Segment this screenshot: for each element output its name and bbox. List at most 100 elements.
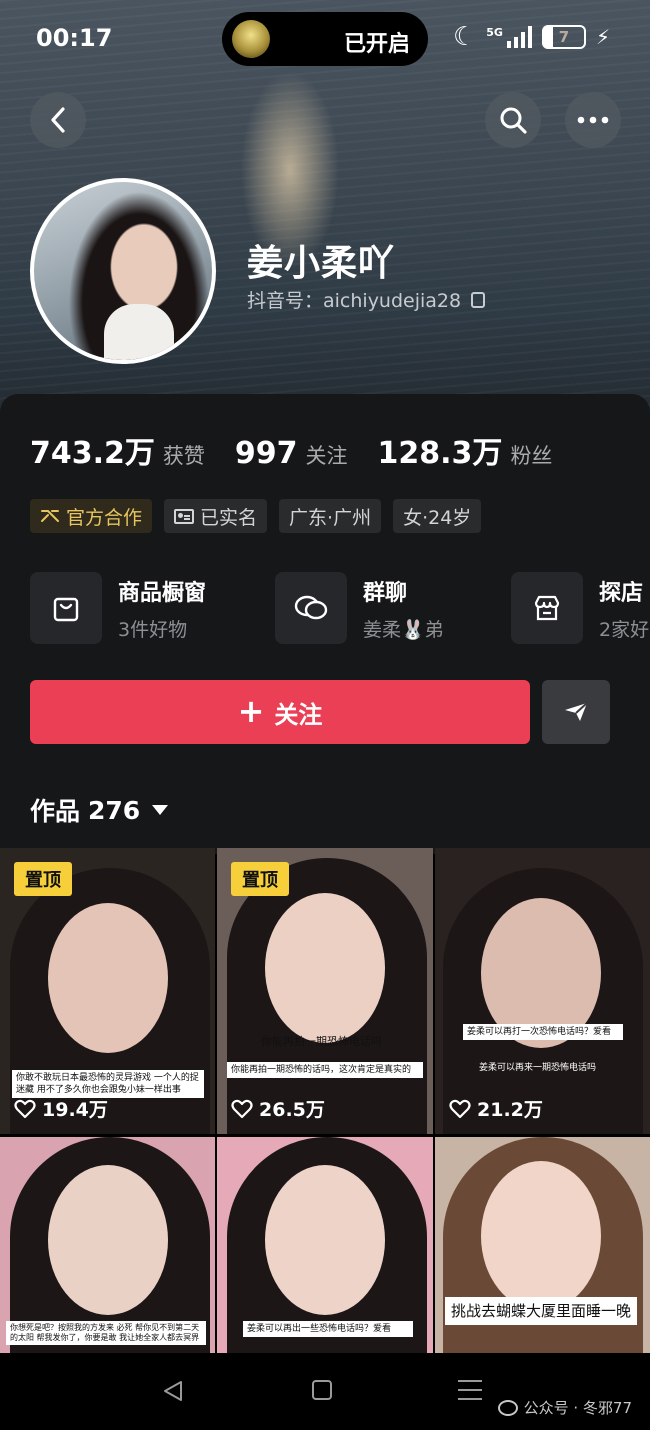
tag-verified-name: 已实名 — [164, 499, 268, 533]
stat-followers[interactable]: 128.3万 粉丝 — [378, 428, 553, 472]
do-not-disturb-icon: ☾ — [452, 22, 477, 52]
video-tile[interactable]: 姜柔可以再出一些恐怖电话吗？爱看 — [217, 1137, 433, 1353]
feature-title: 探店 — [599, 580, 644, 606]
stat-value: 128.3万 — [377, 436, 503, 471]
video-likes: 19.4万 — [14, 1095, 108, 1122]
video-caption: 你敢不敢玩日本最恐怖的灵异游戏 一个人的捉迷藏 用不了多久你也会跟兔小妹一样出事 — [12, 1070, 204, 1098]
feature-entries: 商品橱窗 3件好物 群聊 姜柔🐰弟 探店 2家好 — [30, 571, 650, 645]
works-label: 作品 — [30, 797, 81, 826]
feature-subtitle: 2家好 — [599, 618, 650, 641]
video-tile[interactable]: 置顶 你敢不敢玩日本最恐怖的灵异游戏 一个人的捉迷藏 用不了多久你也会跟兔小妹一… — [0, 848, 215, 1134]
avatar[interactable] — [30, 178, 216, 364]
system-navigation-bar: 公众号 · 冬邪77 — [0, 1353, 650, 1430]
pinned-badge: 置顶 — [14, 862, 72, 896]
more-button[interactable] — [565, 92, 621, 148]
video-like-count: 19.4万 — [42, 1099, 108, 1121]
stat-following[interactable]: 997 关注 — [235, 436, 348, 471]
profile-tags: 官方合作 已实名 广东·广州 女·24岁 — [30, 499, 482, 533]
feature-title: 商品橱窗 — [118, 580, 207, 606]
feature-group-chat[interactable]: 群聊 姜柔🐰弟 — [275, 571, 444, 645]
follow-label: 关注 — [274, 700, 323, 729]
tag-location: 广东·广州 — [279, 499, 382, 533]
back-button[interactable] — [30, 92, 86, 148]
copy-icon[interactable] — [471, 291, 486, 308]
stat-value: 997 — [234, 436, 298, 471]
profile-info-panel: 743.2万 获赞 997 关注 128.3万 粉丝 官方合作 已实名 广东·广… — [0, 394, 650, 854]
video-caption: 姜柔可以再来一期恐怖电话吗 — [479, 1063, 597, 1073]
heart-icon — [449, 1099, 471, 1118]
feature-subtitle: 姜柔🐰弟 — [363, 618, 444, 641]
watermark-text: 公众号 · 冬邪77 — [523, 1399, 632, 1417]
video-likes: 26.5万 — [231, 1095, 325, 1122]
plus-icon: + — [237, 691, 265, 730]
stat-label: 获赞 — [162, 444, 205, 468]
flashlight-icon — [232, 20, 270, 58]
video-caption: 你能再拍一期恐怖的话吗，这次肯定是真实的 — [227, 1062, 423, 1078]
status-bar: 00:17 已开启 ☾ 5G 7 ⚡ — [0, 0, 650, 78]
tag-label: 女·24岁 — [403, 506, 472, 529]
search-icon — [500, 107, 527, 134]
video-thumbnail-face — [481, 1161, 601, 1311]
dynamic-island[interactable]: 已开启 — [222, 12, 428, 66]
video-caption: 姜柔可以再出一些恐怖电话吗？爱看 — [243, 1321, 413, 1337]
network-type: 5G — [486, 25, 503, 39]
signal-icon — [506, 26, 532, 48]
island-status-text: 已开启 — [343, 32, 410, 57]
douyin-id[interactable]: 抖音号：aichiyudejia28 — [247, 286, 486, 313]
search-button[interactable] — [485, 92, 541, 148]
video-likes: 21.2万 — [449, 1095, 543, 1122]
video-tile[interactable]: 挑战去蝴蝶大厦里面睡一晚 — [435, 1137, 650, 1353]
watermark: 公众号 · 冬邪77 — [497, 1397, 632, 1418]
douyin-id-text: 抖音号：aichiyudejia28 — [247, 290, 462, 312]
tag-official-cooperation[interactable]: 官方合作 — [30, 499, 153, 533]
avatar-figure — [104, 304, 174, 360]
video-caption: 挑战去蝴蝶大厦里面睡一晚 — [445, 1297, 638, 1325]
pinned-badge: 置顶 — [231, 862, 289, 896]
store-icon — [511, 572, 583, 644]
follow-button[interactable]: + 关注 — [30, 680, 530, 744]
nav-home-icon[interactable] — [312, 1380, 332, 1400]
tag-label: 官方合作 — [66, 506, 143, 529]
video-tile[interactable]: 你想死是吧？按照我的方发来 必死 帮你见不到第二天的太阳 帮我发你了，你要是敢 … — [0, 1137, 215, 1353]
tag-label: 已实名 — [200, 506, 258, 529]
nav-recents-icon[interactable] — [458, 1380, 482, 1407]
more-dots-icon — [577, 116, 609, 124]
video-grid: 置顶 你敢不敢玩日本最恐怖的灵异游戏 一个人的捉迷藏 用不了多久你也会跟兔小妹一… — [0, 848, 650, 1353]
chat-bubble-icon — [275, 572, 347, 644]
profile-stats: 743.2万 获赞 997 关注 128.3万 粉丝 — [30, 428, 582, 472]
video-caption-top: 姜柔可以再打一次恐怖电话吗？爱看 — [463, 1024, 623, 1040]
profile-nickname: 姜小柔吖 — [247, 243, 396, 284]
stat-label: 关注 — [305, 444, 348, 468]
stat-label: 粉丝 — [510, 444, 553, 468]
video-caption-top: 你能再拍一期恐怖电话吗 — [261, 1035, 382, 1048]
works-tab[interactable]: 作品 276 — [30, 792, 169, 828]
official-cooperation-icon — [41, 510, 59, 522]
status-time: 00:17 — [36, 24, 113, 52]
nav-back-icon[interactable] — [162, 1379, 184, 1403]
feature-subtitle: 3件好物 — [118, 618, 188, 641]
feature-title: 群聊 — [363, 580, 408, 606]
heart-icon — [231, 1099, 253, 1118]
wechat-icon — [497, 1399, 518, 1416]
works-count: 276 — [88, 795, 141, 825]
video-tile[interactable]: 置顶 你能再拍一期恐怖电话吗 你能再拍一期恐怖的话吗，这次肯定是真实的 26.5… — [217, 848, 433, 1134]
share-button[interactable] — [542, 680, 610, 744]
tag-gender-age: 女·24岁 — [393, 499, 482, 533]
video-like-count: 26.5万 — [259, 1099, 325, 1121]
send-icon — [565, 702, 588, 721]
feature-store-visit[interactable]: 探店 2家好 — [511, 571, 649, 645]
battery-icon: 7 — [541, 25, 586, 49]
video-thumbnail-face — [265, 893, 385, 1043]
chevron-left-icon — [51, 107, 65, 133]
heart-icon — [14, 1099, 36, 1118]
charging-icon: ⚡ — [595, 25, 610, 49]
stat-likes[interactable]: 743.2万 获赞 — [30, 428, 205, 472]
id-card-icon — [174, 508, 195, 524]
feature-product-showcase[interactable]: 商品橱窗 3件好物 — [30, 571, 206, 645]
stat-value: 743.2万 — [30, 436, 155, 471]
tag-label: 广东·广州 — [289, 506, 372, 529]
video-thumbnail-face — [265, 1165, 385, 1315]
caret-down-icon — [152, 805, 169, 815]
status-icons: ☾ 5G 7 ⚡ — [453, 24, 610, 50]
video-tile[interactable]: 姜柔可以再打一次恐怖电话吗？爱看 姜柔可以再来一期恐怖电话吗 21.2万 — [435, 848, 650, 1134]
